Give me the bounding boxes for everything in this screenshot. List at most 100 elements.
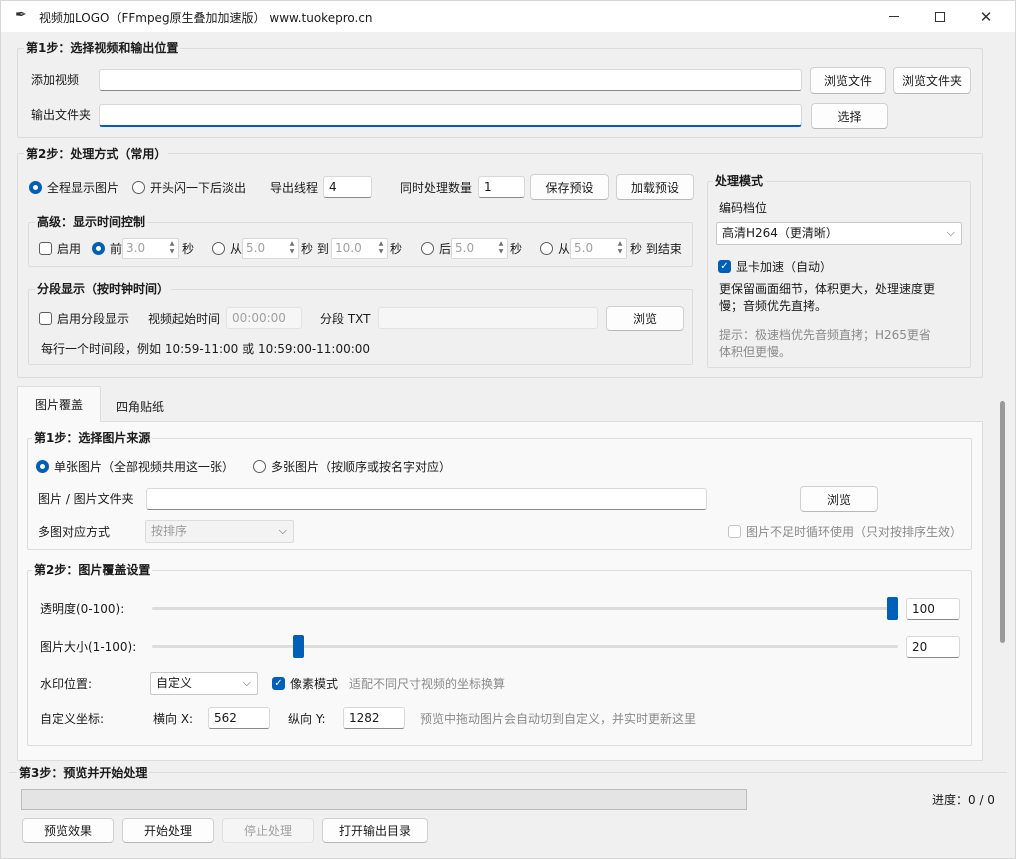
radio-single-image[interactable] bbox=[36, 460, 49, 473]
encode-select[interactable]: 高清H264（更清晰） ⌵ bbox=[716, 222, 962, 245]
add-video-input[interactable] bbox=[99, 69, 802, 91]
coord-hint: 预览中拖动图片会自动切到自定义，并实时更新这里 bbox=[420, 712, 697, 726]
after-value: 5.0 bbox=[455, 241, 475, 255]
size-label: 图片大小(1-100): bbox=[40, 640, 137, 654]
progress-bar bbox=[21, 789, 747, 810]
progress-label: 进度：0 / 0 bbox=[932, 793, 995, 807]
before-label: 前 bbox=[110, 242, 123, 256]
from-spinbox[interactable]: 5.0 ▲ ▼ bbox=[242, 238, 299, 259]
radio-from-to[interactable] bbox=[212, 242, 225, 255]
y-label: 纵向 Y: bbox=[288, 712, 326, 726]
after-spinbox[interactable]: 5.0 ▲ ▼ bbox=[451, 238, 508, 259]
radio-multi-image[interactable] bbox=[253, 460, 266, 473]
divider bbox=[9, 772, 1007, 773]
output-folder-label: 输出文件夹 bbox=[31, 108, 92, 122]
close-icon: ✕ bbox=[979, 7, 993, 26]
vertical-scrollbar[interactable] bbox=[1000, 401, 1005, 643]
concurrent-input[interactable]: 1 bbox=[478, 176, 525, 198]
advanced-title: 高级：显示时间控制 bbox=[35, 214, 148, 230]
chevron-down-icon: ⌵ bbox=[242, 676, 251, 689]
segment-txt-label: 分段 TXT bbox=[320, 312, 371, 326]
radio-after[interactable] bbox=[421, 242, 434, 255]
start-button[interactable]: 开始处理 bbox=[122, 818, 214, 843]
before-value: 3.0 bbox=[126, 241, 146, 255]
load-preset-button[interactable]: 加载预设 bbox=[616, 174, 694, 200]
advanced-enable-checkbox[interactable] bbox=[39, 242, 52, 255]
from-end-spinbox[interactable]: 5.0 ▲ ▼ bbox=[570, 238, 627, 259]
radio-full-display[interactable] bbox=[29, 181, 42, 194]
segment-enable-checkbox[interactable] bbox=[39, 312, 52, 325]
minimize-button[interactable] bbox=[871, 1, 917, 32]
from-end-value: 5.0 bbox=[574, 241, 594, 255]
open-output-button[interactable]: 打开输出目录 bbox=[322, 818, 428, 843]
save-preset-button[interactable]: 保存预设 bbox=[530, 174, 609, 200]
size-slider-track[interactable] bbox=[152, 645, 898, 648]
app-window: ✒ 视频加LOGO（FFmpeg原生叠加加速版） www.tuokepro.cn… bbox=[0, 0, 1016, 859]
window-title: 视频加LOGO（FFmpeg原生叠加加速版） www.tuokepro.cn bbox=[39, 11, 373, 25]
opacity-input[interactable]: 100 bbox=[906, 598, 960, 620]
after-label: 后 bbox=[439, 242, 452, 256]
position-select[interactable]: 自定义 ⌵ bbox=[150, 672, 258, 695]
feather-icon: ✒ bbox=[15, 7, 27, 23]
opacity-slider-track[interactable] bbox=[152, 607, 898, 610]
add-video-label: 添加视频 bbox=[31, 73, 80, 87]
to-spinbox[interactable]: 10.0 ▲ ▼ bbox=[331, 238, 388, 259]
x-input[interactable]: 562 bbox=[208, 707, 270, 729]
maximize-button[interactable] bbox=[917, 1, 963, 32]
gpu-label: 显卡加速（自动） bbox=[736, 260, 833, 274]
segment-start-input[interactable]: 00:00:00 bbox=[226, 307, 302, 329]
loop-label: 图片不足时循环使用（只对按排序生效） bbox=[746, 525, 963, 539]
pixel-mode-checkbox[interactable]: ✓ bbox=[272, 677, 285, 690]
position-value: 自定义 bbox=[156, 676, 193, 690]
browse-file-button[interactable]: 浏览文件 bbox=[810, 67, 886, 94]
mode-title: 处理模式 bbox=[713, 173, 766, 189]
segment-txt-input[interactable] bbox=[378, 307, 598, 329]
size-input[interactable]: 20 bbox=[906, 636, 960, 658]
opacity-label: 透明度(0-100): bbox=[40, 602, 125, 616]
x-label: 横向 X: bbox=[153, 712, 194, 726]
radio-flash-fade[interactable] bbox=[132, 181, 145, 194]
maximize-icon bbox=[935, 11, 945, 22]
before-spinbox[interactable]: 3.0 ▲ ▼ bbox=[122, 238, 179, 259]
stop-button[interactable]: 停止处理 bbox=[222, 818, 314, 843]
browse-folder-button[interactable]: 浏览文件夹 bbox=[893, 67, 971, 94]
img-step1-title: 第1步：选择图片来源 bbox=[32, 430, 153, 446]
minimize-icon bbox=[889, 16, 899, 17]
size-slider-thumb[interactable] bbox=[293, 635, 305, 658]
opacity-slider-thumb[interactable] bbox=[887, 597, 898, 620]
map-mode-select[interactable]: 按排序 ⌵ bbox=[145, 520, 294, 543]
image-path-input[interactable] bbox=[146, 488, 707, 510]
tab-corner-sticker[interactable]: 四角贴纸 bbox=[101, 391, 179, 421]
img-step2-title: 第2步：图片覆盖设置 bbox=[32, 562, 153, 578]
segment-browse-button[interactable]: 浏览 bbox=[606, 306, 684, 331]
image-path-label: 图片 / 图片文件夹 bbox=[38, 492, 134, 506]
to-label: 秒 到 bbox=[301, 242, 329, 256]
close-button[interactable]: ✕ bbox=[963, 1, 1009, 32]
y-input[interactable]: 1282 bbox=[343, 707, 405, 729]
sec-label-1: 秒 bbox=[182, 242, 195, 256]
spin-arrows-icon: ▲ ▼ bbox=[378, 240, 384, 255]
sec-label-2: 秒 bbox=[390, 242, 403, 256]
segment-start-label: 视频起始时间 bbox=[148, 312, 221, 326]
pixel-mode-label: 像素模式 bbox=[290, 677, 339, 691]
from2-label: 从 bbox=[558, 242, 571, 256]
select-output-button[interactable]: 选择 bbox=[811, 103, 888, 129]
encode-value: 高清H264（更清晰） bbox=[722, 226, 838, 240]
tab-image-overlay[interactable]: 图片覆盖 bbox=[17, 386, 101, 422]
image-browse-button[interactable]: 浏览 bbox=[800, 486, 878, 512]
multi-image-label: 多张图片（按顺序或按名字对应） bbox=[271, 460, 452, 474]
output-folder-input[interactable] bbox=[99, 104, 802, 127]
from-label: 从 bbox=[230, 242, 243, 256]
mode-tip: 提示：极速档优先音频直拷；H265更省体积但更慢。 bbox=[719, 328, 931, 359]
segment-hint: 每行一个时间段，例如 10:59-11:00 或 10:59:00-11:00:… bbox=[41, 342, 371, 356]
radio-full-label: 全程显示图片 bbox=[47, 181, 120, 195]
single-image-label: 单张图片（全部视频共用这一张） bbox=[54, 460, 235, 474]
loop-checkbox[interactable] bbox=[728, 525, 741, 538]
radio-from-end[interactable] bbox=[540, 242, 553, 255]
radio-before[interactable] bbox=[92, 242, 105, 255]
spin-arrows-icon: ▲ ▼ bbox=[289, 240, 295, 255]
preview-button[interactable]: 预览效果 bbox=[22, 818, 114, 843]
gpu-checkbox[interactable]: ✓ bbox=[718, 260, 731, 273]
step3-title: 第3步：预览并开始处理 bbox=[17, 765, 150, 781]
export-threads-input[interactable]: 4 bbox=[323, 176, 372, 198]
